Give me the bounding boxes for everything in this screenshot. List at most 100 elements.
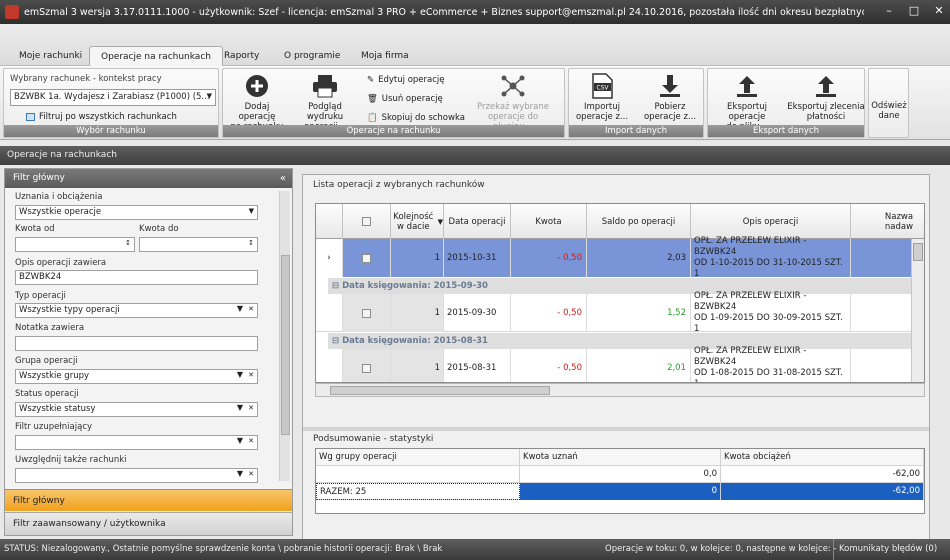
row-indicator — [316, 294, 343, 332]
col-description[interactable]: Opis operacji — [691, 204, 851, 239]
row-checkbox-cell[interactable] — [343, 294, 391, 332]
grid-vertical-scrollbar[interactable] — [911, 239, 924, 382]
upload-icon — [813, 73, 839, 99]
clear-icon[interactable]: ✕ — [248, 305, 254, 313]
type-select[interactable]: Wszystkie typy operacji ▼ ✕ — [15, 303, 258, 318]
filter-pane-header: Filtr główny « — [5, 169, 292, 188]
row-checkbox[interactable] — [362, 253, 371, 263]
collapse-minus-icon[interactable]: ⊟ — [332, 336, 342, 346]
minimize-button[interactable]: – — [882, 4, 896, 17]
group-account-label: Wybór rachunku — [4, 125, 218, 137]
scroll-thumb[interactable] — [281, 255, 290, 435]
nav-advanced-filter[interactable]: Filtr zaawansowany / użytkownika — [5, 512, 292, 535]
refresh-button[interactable]: Odśwież dane — [869, 101, 909, 121]
title-bar: emSzmal 3 wersja 3.17.0111.1000 - użytko… — [0, 0, 950, 24]
group-export-label: Eksport danych — [708, 125, 864, 137]
collapse-minus-icon[interactable]: ⊟ — [332, 281, 342, 291]
row-order: 1 — [391, 239, 444, 277]
checkbox-header[interactable] — [343, 204, 391, 239]
summary-col-debits[interactable]: Kwota obciążeń — [721, 449, 924, 466]
print-preview-button[interactable]: Podgląd wydruku operacji... — [289, 73, 361, 132]
note-input[interactable] — [15, 336, 258, 351]
tab-moja-firma[interactable]: Moja firma — [350, 46, 420, 66]
import-operations-button[interactable]: CSV Importuj operacje z... — [569, 73, 635, 122]
filter-all-button[interactable]: Filtruj po wszystkich rachunkach — [26, 112, 177, 122]
operations-grid: Kolejność w dacie ▼ Data operacji Kwota S… — [315, 203, 925, 383]
col-sender[interactable]: Nazwa nadaw — [851, 204, 924, 239]
edit-operation-button[interactable]: ✎ Edytuj operację — [367, 75, 445, 85]
status-select[interactable]: Wszystkie statusy ▼ ✕ — [15, 402, 258, 417]
copy-clipboard-button[interactable]: 📋 Skopiuj do schowka — [367, 113, 465, 123]
spinner-icon[interactable]: ↕ — [248, 239, 254, 247]
description-input[interactable]: BZWBK24 — [15, 270, 258, 285]
row-description: OPŁ. ZA PRZELEW ELIXIR - BZWBK24 OD 1-08… — [691, 346, 851, 382]
row-checkbox-cell[interactable] — [343, 239, 391, 277]
tab-raporty[interactable]: Raporty — [213, 46, 270, 66]
scroll-thumb[interactable] — [913, 243, 923, 261]
tab-o-programie[interactable]: O programie — [273, 46, 351, 66]
col-balance[interactable]: Saldo po operacji — [587, 204, 691, 239]
summary-cell: 0,0 — [520, 466, 721, 483]
add-operation-button[interactable]: Dodaj operację na rachunku — [225, 73, 289, 132]
filter-scrollbar[interactable] — [279, 191, 290, 481]
table-row[interactable]: › 1 2015-10-31 - 0,50 2,03 OPŁ. ZA PRZEL… — [316, 236, 924, 279]
export-orders-button[interactable]: Eksportuj zlecenia płatności — [786, 73, 866, 122]
amount-from-input[interactable]: ↕ — [15, 237, 135, 252]
row-checkbox-cell[interactable] — [343, 349, 391, 382]
group-operations-label: Operacje na rachunku — [223, 125, 564, 137]
row-date: 2015-10-31 — [444, 239, 511, 277]
group-import-label: Import danych — [569, 125, 703, 137]
import-label-2: operacje z... — [575, 112, 629, 122]
group-band-label: Data księgowania: 2015-08-31 — [342, 336, 488, 346]
table-row[interactable]: 1 2015-08-31 - 0,50 2,01 OPŁ. ZA PRZELEW… — [316, 346, 924, 382]
nav-main-filter[interactable]: Filtr główny — [5, 489, 292, 511]
fetch-operations-button[interactable]: Pobierz operacje z... — [637, 73, 703, 122]
csv-file-icon: CSV — [589, 73, 615, 99]
splitter[interactable] — [303, 427, 929, 431]
col-order[interactable]: Kolejność w dacie ▼ — [391, 204, 444, 239]
summary-cell: -62,00 — [721, 483, 924, 500]
trash-icon: 🗑 — [367, 94, 378, 104]
close-button[interactable]: ✕ — [932, 4, 946, 17]
maximize-button[interactable]: □ — [907, 4, 921, 17]
group-select[interactable]: Wszystkie grupy ▼ ✕ — [15, 369, 258, 384]
label-filtr-uzupelniajacy: Filtr uzupełniający — [15, 422, 93, 432]
uznania-select[interactable]: Wszystkie operacje ▼ — [15, 205, 258, 220]
errors-button[interactable]: Komunikaty błędów (0) — [833, 539, 937, 560]
select-all-checkbox[interactable] — [362, 217, 371, 226]
account-select[interactable]: BZWBK 1a. Wydajesz i Zarabiasz (P1000) (… — [10, 89, 216, 106]
additional-filter-select[interactable]: ▼ ✕ — [15, 435, 258, 450]
scroll-thumb[interactable] — [330, 386, 550, 395]
clear-icon[interactable]: ✕ — [248, 371, 254, 379]
row-description: OPŁ. ZA PRZELEW ELIXIR - BZWBK24 OD 1-09… — [691, 291, 851, 334]
summary-col-group[interactable]: Wg grupy operacji — [316, 449, 520, 466]
clear-icon[interactable]: ✕ — [248, 470, 254, 478]
grid-horizontal-scrollbar[interactable] — [315, 383, 925, 397]
col-date[interactable]: Data operacji — [444, 204, 511, 239]
clear-icon[interactable]: ✕ — [248, 404, 254, 412]
amount-to-input[interactable]: ↕ — [139, 237, 258, 252]
table-row[interactable]: 1 2015-09-30 - 0,50 1,52 OPŁ. ZA PRZELEW… — [316, 291, 924, 334]
clear-icon[interactable]: ✕ — [248, 437, 254, 445]
row-indicator-header — [316, 204, 343, 239]
ribbon: Wybrany rachunek - kontekst pracy BZWBK … — [0, 66, 950, 140]
collapse-icon[interactable]: « — [280, 169, 286, 188]
chevron-down-icon: ▼ — [236, 403, 243, 412]
type-value: Wszystkie typy operacji — [19, 305, 120, 315]
group-account: Wybrany rachunek - kontekst pracy BZWBK … — [3, 68, 219, 138]
grid-title: Lista operacji z wybranych rachunków — [313, 180, 485, 190]
row-date: 2015-09-30 — [444, 294, 511, 332]
label-status: Status operacji — [15, 389, 79, 399]
send-to-plugin-button[interactable]: Przekaż wybrane operacje do pluginu... — [467, 73, 559, 132]
export-operations-button[interactable]: Eksportuj operacje do pliku... — [708, 73, 786, 132]
row-checkbox[interactable] — [362, 363, 371, 373]
col-amount[interactable]: Kwota — [511, 204, 587, 239]
delete-operation-button[interactable]: 🗑 Usuń operację — [367, 94, 443, 104]
tab-moje-rachunki[interactable]: Moje rachunki — [8, 46, 93, 66]
summary-col-credits[interactable]: Kwota uznań — [520, 449, 721, 466]
group-value: Wszystkie grupy — [19, 371, 90, 381]
spinner-icon[interactable]: ↕ — [125, 239, 131, 247]
tab-operacje[interactable]: Operacje na rachunkach — [89, 46, 223, 66]
include-accounts-select[interactable]: ▼ ✕ — [15, 468, 258, 483]
row-checkbox[interactable] — [362, 308, 371, 318]
